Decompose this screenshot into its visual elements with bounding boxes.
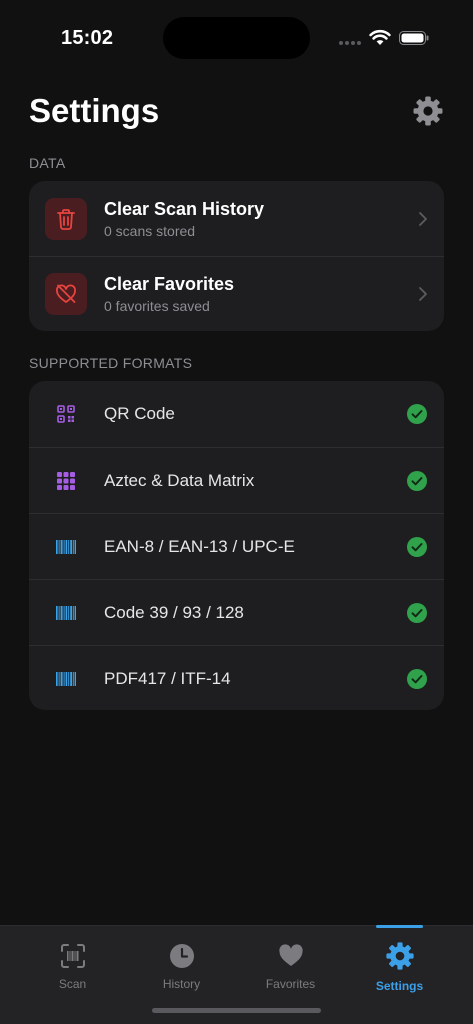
- clear-favorites-title: Clear Favorites: [104, 274, 235, 294]
- trash-icon: [57, 208, 75, 230]
- tab-label: History: [162, 977, 201, 991]
- heart-slash-icon: [56, 284, 76, 303]
- tab-label: Settings: [375, 979, 424, 993]
- tab-label: Favorites: [265, 977, 316, 991]
- tab-scan[interactable]: Scan: [18, 926, 127, 1006]
- wifi-icon: [369, 29, 391, 45]
- tab-settings[interactable]: Settings: [345, 926, 454, 1006]
- heart-icon: [278, 944, 303, 966]
- scans-stored-count: 0 scans stored: [104, 222, 196, 239]
- checkmark-circle-icon: [407, 602, 427, 623]
- format-row-pdf417-itf14: PDF417 / ITF-14: [29, 645, 444, 710]
- chevron-right-icon: [419, 287, 427, 301]
- format-label: PDF417 / ITF-14: [104, 668, 231, 688]
- clock-icon: [169, 944, 194, 968]
- format-label: EAN-8 / EAN-13 / UPC-E: [104, 536, 295, 556]
- favorites-saved-count: 0 favorites saved: [104, 298, 210, 314]
- section-label-data: DATA: [29, 155, 66, 171]
- section-label-supported-formats: SUPPORTED FORMATS: [29, 355, 193, 371]
- status-time: 15:02: [61, 27, 114, 49]
- clear-scan-history-title: Clear Scan History: [104, 198, 265, 219]
- gear-icon[interactable]: [412, 95, 444, 127]
- clear-scan-history-row[interactable]: Clear Scan History 0 scans stored: [29, 181, 444, 256]
- heart-slash-icon-tile: [45, 273, 87, 315]
- trash-icon-tile: [45, 197, 87, 240]
- checkmark-circle-icon: [407, 536, 427, 557]
- barcode-viewfinder-icon: [60, 944, 85, 968]
- battery-icon: [399, 31, 429, 45]
- tab-favorites[interactable]: Favorites: [236, 926, 345, 1006]
- barcode-icon: [56, 539, 76, 554]
- data-card: Clear Scan History 0 scans stored Clear …: [29, 181, 444, 331]
- cellular-signal-icon: [339, 41, 361, 45]
- format-row-ean-upc: EAN-8 / EAN-13 / UPC-E: [29, 513, 444, 579]
- formats-card: QR Code Aztec & Data Matrix EAN-8 / EAN-…: [29, 381, 444, 710]
- checkmark-circle-icon: [407, 404, 427, 424]
- format-row-qr-code: QR Code: [29, 381, 444, 447]
- chevron-right-icon: [419, 211, 427, 226]
- home-indicator: [152, 1008, 321, 1013]
- format-label: Code 39 / 93 / 128: [104, 602, 244, 622]
- barcode-icon: [56, 671, 76, 686]
- qr-code-icon: [57, 405, 75, 423]
- format-row-aztec-data-matrix: Aztec & Data Matrix: [29, 447, 444, 513]
- checkmark-circle-icon: [407, 668, 427, 689]
- checkmark-circle-icon: [407, 470, 427, 491]
- status-bar: 15:02: [0, 0, 473, 72]
- gear-icon: [385, 942, 414, 970]
- format-label: QR Code: [104, 404, 175, 423]
- tab-history[interactable]: History: [127, 926, 236, 1006]
- format-label: Aztec & Data Matrix: [104, 470, 255, 490]
- grid-dots-icon: [57, 471, 75, 490]
- barcode-icon: [56, 605, 76, 620]
- format-row-code-39-93-128: Code 39 / 93 / 128: [29, 579, 444, 645]
- dynamic-island: [163, 17, 310, 59]
- page-title: Settings: [29, 92, 160, 129]
- tab-label: Scan: [58, 977, 87, 991]
- clear-favorites-row[interactable]: Clear Favorites 0 favorites saved: [29, 256, 444, 331]
